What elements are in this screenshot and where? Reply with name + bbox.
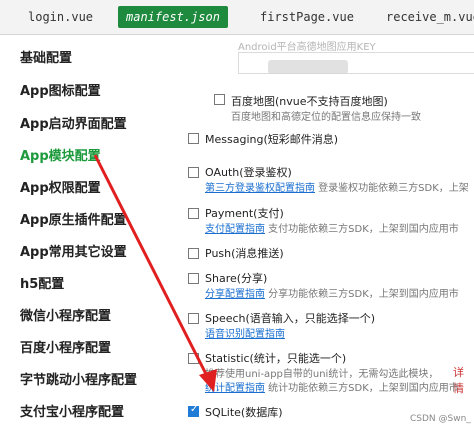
red-annotation-arrow	[93, 154, 217, 392]
csdn-watermark: CSDN @Swn_	[410, 414, 471, 424]
